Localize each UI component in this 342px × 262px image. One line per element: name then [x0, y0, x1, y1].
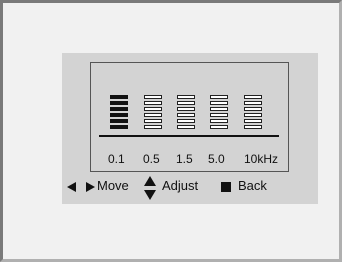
- eq-segment-empty: [210, 101, 228, 105]
- stop-square-icon: [221, 182, 231, 192]
- eq-segment-empty: [177, 107, 195, 111]
- band-label-5-0: 5.0: [208, 152, 225, 166]
- equalizer-baseline: [99, 135, 279, 137]
- eq-segment-empty: [177, 119, 195, 123]
- eq-segment-empty: [144, 101, 162, 105]
- eq-segment-empty: [177, 95, 195, 99]
- left-right-arrows-icon: [67, 182, 95, 192]
- eq-segment-filled: [110, 113, 128, 117]
- eq-segment-empty: [177, 113, 195, 117]
- eq-segment-empty: [244, 101, 262, 105]
- eq-segment-empty: [244, 125, 262, 129]
- band-label-0-5: 0.5: [143, 152, 160, 166]
- eq-segment-empty: [210, 107, 228, 111]
- band-label-10khz: 10kHz: [244, 152, 279, 166]
- eq-segment-empty: [210, 113, 228, 117]
- eq-segment-empty: [210, 125, 228, 129]
- eq-segment-filled: [110, 107, 128, 111]
- eq-segment-empty: [210, 95, 228, 99]
- eq-segment-filled: [110, 125, 128, 129]
- up-down-arrows-icon: [144, 176, 156, 200]
- eq-segment-empty: [144, 113, 162, 117]
- eq-segment-empty: [144, 95, 162, 99]
- band-label-1-5: 1.5: [176, 152, 193, 166]
- eq-segment-filled: [110, 95, 128, 99]
- eq-segment-empty: [177, 125, 195, 129]
- eq-segment-empty: [144, 107, 162, 111]
- move-hint-label: Move: [97, 178, 129, 193]
- eq-segment-filled: [110, 101, 128, 105]
- eq-segment-empty: [177, 101, 195, 105]
- adjust-hint-label: Adjust: [162, 178, 199, 193]
- band-label-0-1: 0.1: [108, 152, 125, 166]
- eq-segment-empty: [210, 119, 228, 123]
- eq-segment-empty: [144, 119, 162, 123]
- eq-segment-filled: [110, 119, 128, 123]
- eq-segment-empty: [244, 107, 262, 111]
- eq-segment-empty: [144, 125, 162, 129]
- eq-segment-empty: [244, 119, 262, 123]
- eq-segment-empty: [244, 95, 262, 99]
- eq-segment-empty: [244, 113, 262, 117]
- back-hint-label: Back: [238, 178, 267, 193]
